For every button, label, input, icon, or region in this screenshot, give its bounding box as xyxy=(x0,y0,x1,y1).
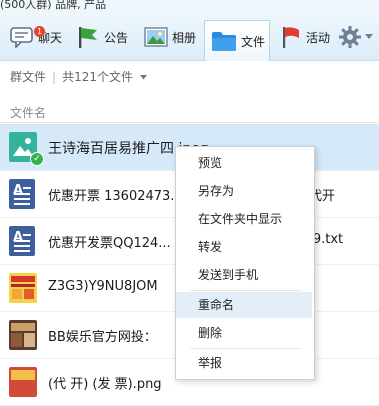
menu-item-save-as[interactable]: 另存为 xyxy=(176,178,312,204)
menu-item-forward[interactable]: 转发 xyxy=(176,234,312,260)
group-toolbar: 1 聊天 公告 相册 文件 活动 xyxy=(0,14,379,61)
image-thumbnail xyxy=(9,367,37,397)
text-file-icon: A xyxy=(9,226,37,256)
chevron-down-icon[interactable] xyxy=(139,75,147,80)
activity-flag-icon xyxy=(283,27,299,48)
menu-divider xyxy=(190,290,302,291)
image-thumbnail xyxy=(9,320,37,350)
column-header-filename[interactable]: 文件名 xyxy=(10,104,46,121)
tab-activity[interactable]: 活动 xyxy=(280,21,330,53)
menu-item-preview[interactable]: 预览 xyxy=(176,150,312,176)
chevron-down-icon xyxy=(365,34,373,39)
tab-chat[interactable]: 1 聊天 xyxy=(10,21,62,53)
file-name: BB娱乐官方网投： xyxy=(48,330,157,345)
column-divider xyxy=(0,122,379,123)
menu-item-rename[interactable]: 重命名 xyxy=(176,292,312,318)
announcement-flag-icon xyxy=(79,27,97,48)
menu-item-send-to-phone[interactable]: 发送到手机 xyxy=(176,262,312,288)
file-name: Z3G3)Y9NU8JOM xyxy=(48,279,158,294)
gear-icon xyxy=(339,26,361,48)
chat-bubble-icon xyxy=(10,27,33,48)
file-name: 优惠开发票QQ124... xyxy=(48,236,171,251)
file-name: (代 开) (发 票).png xyxy=(48,377,162,392)
breadcrumb-root[interactable]: 群文件 xyxy=(10,70,46,84)
tab-files[interactable]: 文件 xyxy=(204,20,270,61)
tab-album-label: 相册 xyxy=(172,30,197,45)
tab-announcement-label: 公告 xyxy=(104,30,129,45)
menu-item-delete[interactable]: 删除 xyxy=(176,320,312,346)
menu-item-report[interactable]: 举报 xyxy=(176,350,312,376)
menu-divider xyxy=(190,348,302,349)
context-menu: 预览 另存为 在文件夹中显示 转发 发送到手机 重命名 删除 举报 xyxy=(175,146,315,380)
text-file-icon: A xyxy=(9,179,37,209)
photo-album-icon xyxy=(144,27,168,47)
image-thumbnail xyxy=(9,273,37,303)
group-title: (500人群) 品牌, 产品 xyxy=(0,0,107,11)
breadcrumb-separator: | xyxy=(52,70,57,84)
file-name: 优惠开票 13602473... xyxy=(48,189,183,204)
folder-icon xyxy=(212,32,236,51)
unread-badge: 1 xyxy=(34,26,45,37)
tab-files-label: 文件 xyxy=(241,34,266,49)
tab-album[interactable]: 相册 xyxy=(144,21,196,53)
menu-item-show-in-folder[interactable]: 在文件夹中显示 xyxy=(176,206,312,232)
breadcrumb: 群文件 | 共121个文件 xyxy=(10,68,147,85)
tab-activity-label: 活动 xyxy=(306,30,331,45)
tab-announcement[interactable]: 公告 xyxy=(76,21,128,53)
group-header: (500人群) 品牌, 产品 xyxy=(0,0,379,14)
settings-button[interactable] xyxy=(338,21,373,53)
file-count-dropdown[interactable]: 共121个文件 xyxy=(62,70,133,84)
downloaded-check-icon: ✓ xyxy=(30,152,44,166)
